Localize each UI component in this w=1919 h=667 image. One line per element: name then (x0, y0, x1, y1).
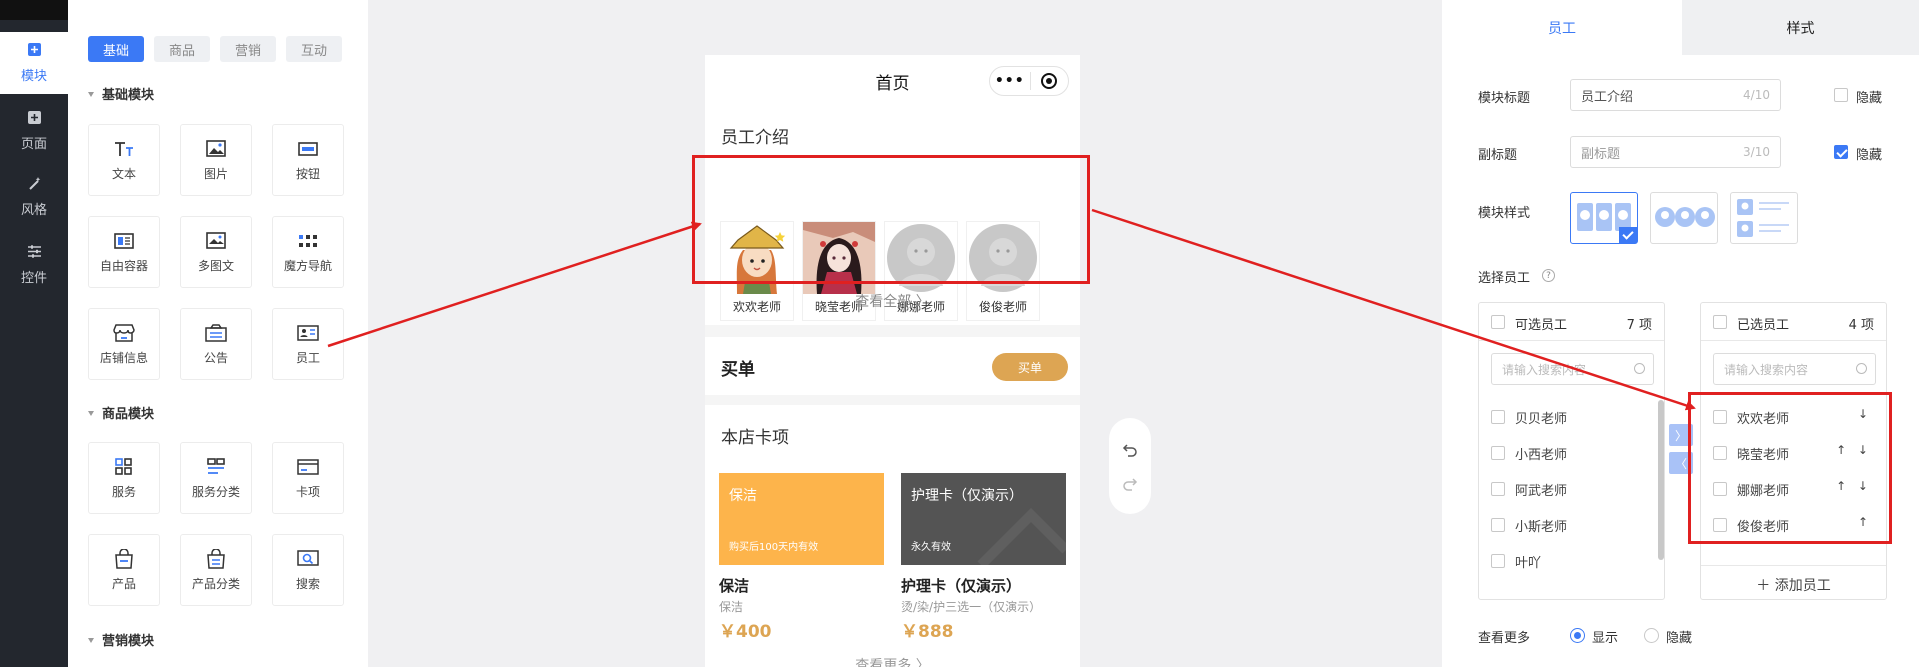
arrow-to-selected-staff (1091, 208, 1696, 411)
annotation-arrows (327, 208, 1696, 411)
arrow-to-staff-cards (327, 221, 702, 348)
